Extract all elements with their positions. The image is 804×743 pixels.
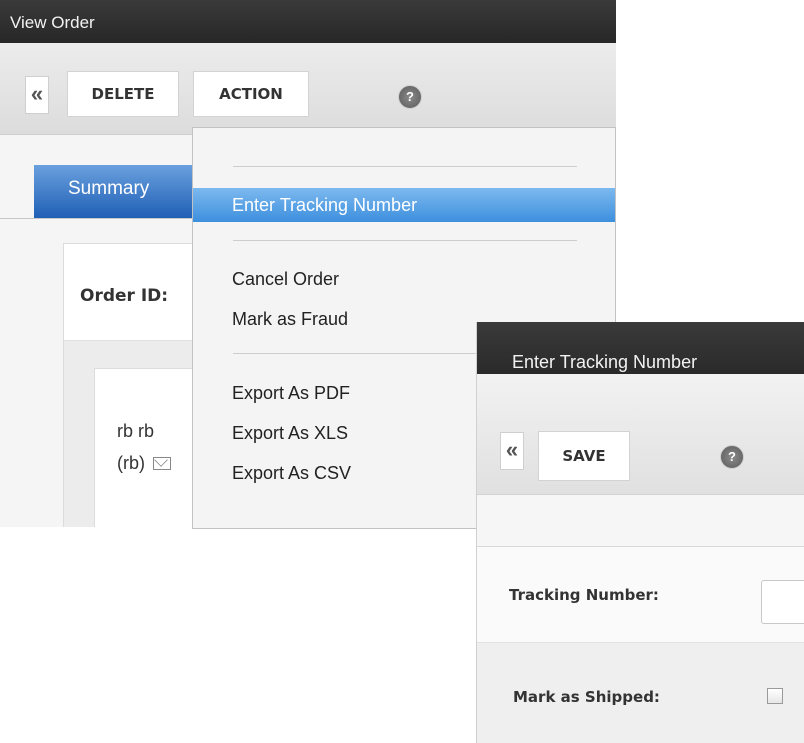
window-title: View Order [10,13,95,32]
customer-alias: (rb) [117,453,145,473]
tracking-number-input[interactable] [761,580,804,624]
mark-as-shipped-label: Mark as Shipped: [513,688,660,706]
customer-alias-line: (rb) [117,453,172,474]
help-icon[interactable]: ? [398,85,422,109]
menu-item-cancel-order[interactable]: Cancel Order [193,264,617,294]
mark-as-shipped-checkbox[interactable] [767,688,783,704]
chevron-left-icon: « [30,81,44,106]
tab-summary[interactable]: Summary [34,165,204,218]
action-button[interactable]: ACTION [193,71,309,117]
menu-separator [233,166,577,167]
save-button[interactable]: SAVE [538,431,630,481]
chevron-left-icon: « [505,437,519,462]
back-button[interactable]: « [500,432,524,470]
tracking-form: Tracking Number: Mark as Shipped: [477,546,804,743]
tracking-number-row: Tracking Number: [477,547,804,643]
delete-button[interactable]: DELETE [67,71,179,117]
menu-item-enter-tracking-number[interactable]: Enter Tracking Number [193,188,615,222]
tracking-number-label: Tracking Number: [509,586,659,604]
envelope-icon[interactable] [153,457,172,470]
tracking-toolbar: « SAVE ? [477,374,804,495]
back-button[interactable]: « [25,76,49,114]
tracking-titlebar: Enter Tracking Number [477,322,804,374]
tracking-title: Enter Tracking Number [512,352,698,372]
customer-name: rb rb [117,421,155,441]
window-titlebar: View Order [0,0,616,43]
tracking-number-window: Enter Tracking Number « SAVE ? Tracking … [476,322,804,743]
toolbar: « DELETE ACTION ? [0,43,616,135]
help-icon[interactable]: ? [720,445,744,469]
menu-separator [233,240,577,241]
order-id-label: Order ID: [80,286,169,306]
